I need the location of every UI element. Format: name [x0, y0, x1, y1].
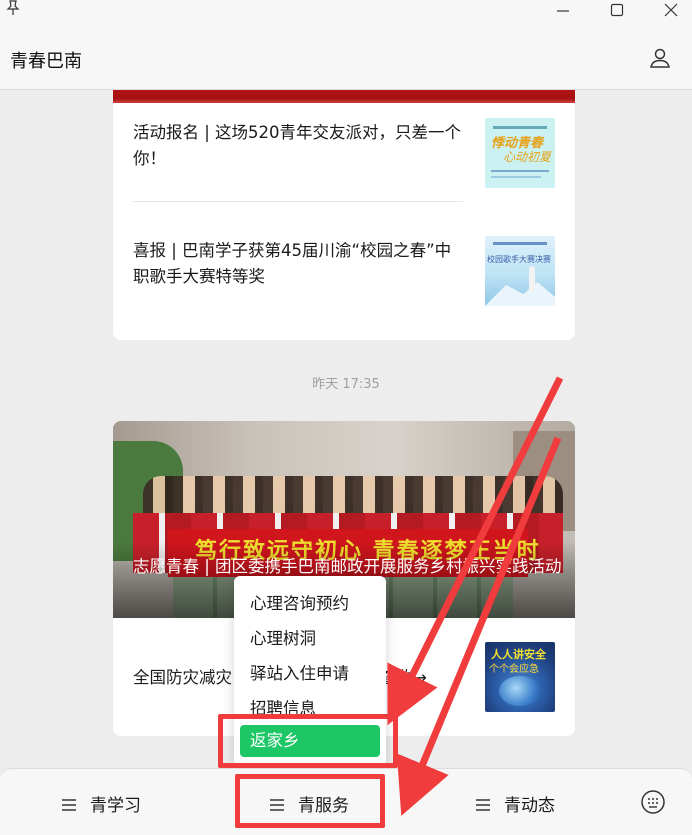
menu-item-psych-consult[interactable]: 心理咨询预约 [250, 590, 349, 614]
article-title: 喜报 | 巴南学子获第45届川渝“校园之春”中职歌手大赛特等奖 [133, 241, 452, 286]
menu-icon [62, 798, 76, 811]
chat-header: 青春巴南 [0, 22, 692, 90]
article-thumbnail: 人人讲安全 个个会应急 [485, 642, 555, 712]
tab-news[interactable]: 青动态 [476, 791, 555, 816]
highlight-box-service-tab [235, 774, 385, 828]
account-title: 青春巴南 [10, 51, 82, 72]
tab-label: 青学习 [90, 796, 141, 816]
tab-label: 青动态 [504, 796, 555, 816]
highlight-box-return-hometown [218, 714, 398, 768]
article-title: 活动报名 | 这场520青年交友派对，只差一个你！ [133, 123, 462, 168]
tab-study[interactable]: 青学习 [62, 791, 141, 816]
menu-item-tree-hole[interactable]: 心理树洞 [250, 625, 316, 649]
menu-icon [476, 798, 490, 811]
message-timestamp: 昨天 17:35 [312, 377, 380, 392]
user-icon[interactable] [648, 46, 672, 70]
article-thumbnail: 悸动青春 心动初夏 [485, 118, 555, 188]
article-card: 活动报名 | 这场520青年交友派对，只差一个你！ 悸动青春 心动初夏 喜报 |… [113, 90, 575, 340]
article-item[interactable]: 活动报名 | 这场520青年交友派对，只差一个你！ 悸动青春 心动初夏 [113, 90, 575, 200]
menu-item-station-checkin[interactable]: 驿站入住申请 [250, 660, 349, 684]
keyboard-icon[interactable] [640, 789, 666, 815]
article-thumbnail: 校园歌手大赛决赛 [485, 236, 555, 306]
window-titlebar [0, 0, 692, 22]
pin-icon[interactable] [6, 0, 20, 23]
divider [133, 201, 463, 202]
article-item[interactable]: 喜报 | 巴南学子获第45届川渝“校园之春”中职歌手大赛特等奖 校园歌手大赛决赛 [113, 208, 575, 318]
